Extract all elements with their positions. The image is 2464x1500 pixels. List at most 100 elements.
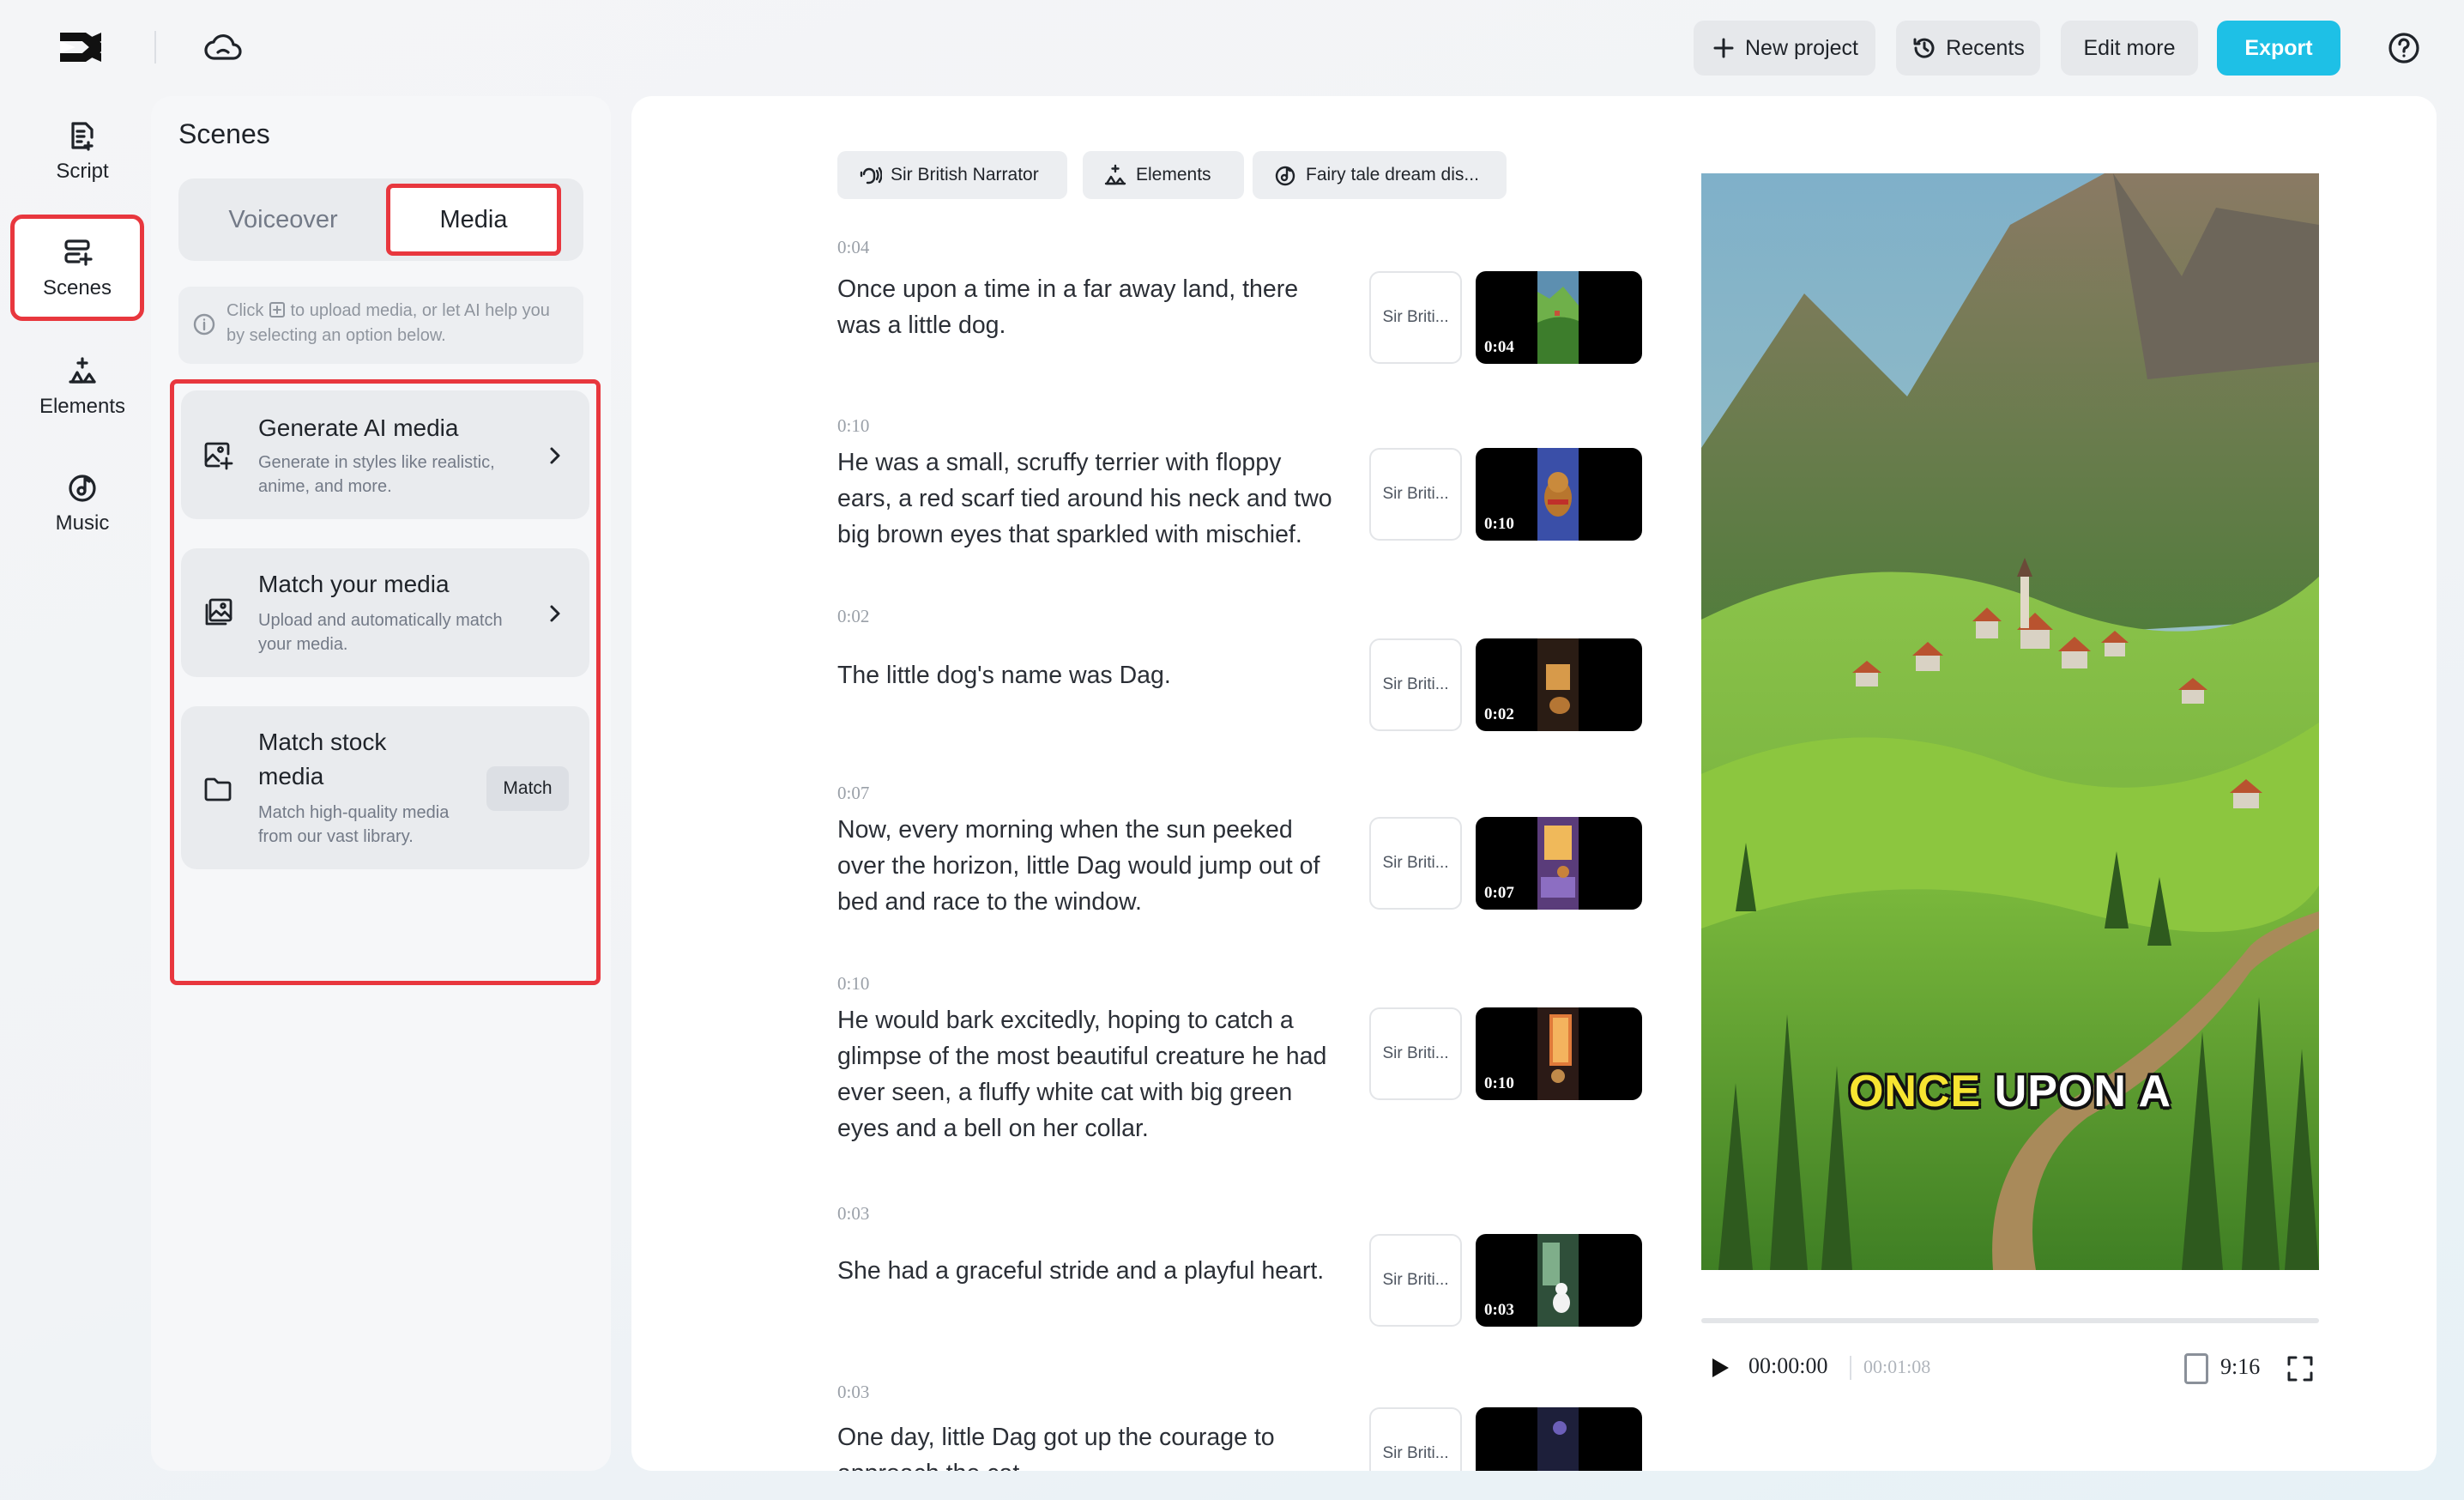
time-separator <box>1850 1356 1851 1380</box>
scene-line: He was a small, scruffy terrier with flo… <box>837 445 1352 481</box>
nav-item-music[interactable]: Music <box>14 451 151 554</box>
scene-duration: 0:02 <box>1484 705 1514 724</box>
match-button[interactable]: Match <box>486 766 569 811</box>
gallery-icon <box>202 596 234 629</box>
scene-text[interactable]: Once upon a time in a far away land, the… <box>837 271 1352 343</box>
generate-ai-media-desc-1: Generate in styles like realistic, <box>258 451 495 475</box>
nav-item-scenes[interactable]: Scenes <box>10 215 144 321</box>
nav-item-script[interactable]: Script <box>14 100 151 203</box>
scene-image <box>1537 1407 1579 1471</box>
scene-duration: 0:07 <box>1484 884 1514 903</box>
voice-chip[interactable]: Sir British Narrator <box>837 151 1067 199</box>
elements-chip-label: Elements <box>1136 165 1211 185</box>
scene-line: eyes and a bell on her collar. <box>837 1110 1352 1146</box>
scene-thumbnail[interactable]: 0:04 <box>1476 271 1642 364</box>
scene-duration: 0:04 <box>1484 338 1514 357</box>
script-editor: Sir British Narrator Elements Fairy tale… <box>631 96 2437 1471</box>
scene-voice-button[interactable]: Sir Briti... <box>1369 1007 1462 1100</box>
match-your-media-desc-2: your media. <box>258 632 348 656</box>
scene-time: 0:03 <box>837 1382 869 1403</box>
scene-text[interactable]: The little dog's name was Dag. <box>837 657 1352 693</box>
music-chip[interactable]: Fairy tale dream dis... <box>1253 151 1507 199</box>
upload-hint: Click to upload media, or let AI help yo… <box>178 287 583 364</box>
caption-highlight: ONCE <box>1849 1067 1981 1116</box>
scene-text[interactable]: He was a small, scruffy terrier with flo… <box>837 445 1352 553</box>
panel-title: Scenes <box>178 118 270 150</box>
match-your-media-option[interactable]: Match your media Upload and automaticall… <box>181 548 589 677</box>
scene-line: bed and race to the window. <box>837 884 1352 920</box>
generate-ai-media-title: Generate AI media <box>258 411 458 445</box>
scene-voice-button[interactable]: Sir Briti... <box>1369 817 1462 910</box>
chevron-right-icon <box>543 444 567 468</box>
cloud-sync-icon[interactable] <box>204 31 242 64</box>
ai-image-icon <box>202 439 234 471</box>
aspect-ratio-icon[interactable] <box>2184 1353 2208 1384</box>
scene-duration: 0:03 <box>1484 1301 1514 1320</box>
scene-text[interactable]: Now, every morning when the sun peeked o… <box>837 812 1352 920</box>
fullscreen-icon[interactable] <box>2286 1354 2315 1383</box>
elements-chip[interactable]: Elements <box>1083 151 1244 199</box>
info-icon <box>192 312 216 336</box>
match-stock-media-desc-1: Match high-quality media <box>258 801 449 825</box>
generate-ai-media-option[interactable]: Generate AI media Generate in styles lik… <box>181 390 589 519</box>
scene-voice-button[interactable]: Sir Briti... <box>1369 638 1462 731</box>
export-label: Export <box>2244 36 2312 61</box>
scene-time: 0:10 <box>837 973 869 995</box>
scene-thumbnail[interactable]: 0:10 <box>1476 448 1642 541</box>
edit-more-label: Edit more <box>2084 36 2176 61</box>
scene-text[interactable]: She had a graceful stride and a playful … <box>837 1253 1352 1289</box>
match-stock-media-title-1: Match stock <box>258 725 386 759</box>
top-bar: New project Recents Edit more Export <box>0 0 2464 96</box>
elements-icon <box>1103 163 1127 187</box>
scene-duration: 0:10 <box>1484 515 1514 534</box>
scene-line: ears, a red scarf tied around his neck a… <box>837 481 1352 517</box>
help-icon[interactable] <box>2387 31 2421 65</box>
scene-thumbnail[interactable]: 0:07 <box>1476 817 1642 910</box>
playback-progress-bar[interactable] <box>1701 1318 2319 1323</box>
video-caption: ONCE UPON A <box>1701 1066 2319 1117</box>
music-icon <box>65 470 100 505</box>
match-stock-media-option[interactable]: Match stock media Match high-quality med… <box>181 706 589 869</box>
scene-image <box>1537 638 1579 731</box>
scene-thumbnail[interactable]: 0:10 <box>1476 1007 1642 1100</box>
tab-voiceover[interactable]: Voiceover <box>185 185 381 254</box>
video-preview[interactable]: ONCE UPON A <box>1701 173 2319 1270</box>
scene-line: glimpse of the most beautiful creature h… <box>837 1038 1352 1074</box>
capcut-logo-icon[interactable] <box>57 27 105 67</box>
scenes-panel: Scenes Voiceover Media Click to upload m… <box>151 96 611 1471</box>
recents-button[interactable]: Recents <box>1896 21 2040 76</box>
scene-voice-button[interactable]: Sir Briti... <box>1369 448 1462 541</box>
voice-icon <box>858 163 882 187</box>
voice-chip-label: Sir British Narrator <box>891 165 1039 185</box>
edit-more-button[interactable]: Edit more <box>2061 21 2198 76</box>
scene-voice-button[interactable]: Sir Briti... <box>1369 1407 1462 1471</box>
scene-voice-button[interactable]: Sir Briti... <box>1369 271 1462 364</box>
total-time: 00:01:08 <box>1863 1356 1930 1378</box>
scene-line: approach the cat. <box>837 1455 1352 1471</box>
nav-item-elements[interactable]: Elements <box>14 335 151 438</box>
recents-label: Recents <box>1946 36 2025 61</box>
upload-inline-icon[interactable] <box>269 301 286 318</box>
scene-thumbnail[interactable]: 0:03 <box>1476 1234 1642 1327</box>
new-project-button[interactable]: New project <box>1694 21 1875 76</box>
scene-time: 0:10 <box>837 415 869 437</box>
tab-media[interactable]: Media <box>386 184 561 256</box>
scene-line: He would bark excitedly, hoping to catch… <box>837 1002 1352 1038</box>
nav-label-elements: Elements <box>39 395 125 419</box>
generate-ai-media-desc-2: anime, and more. <box>258 475 392 499</box>
scene-thumbnail[interactable] <box>1476 1407 1642 1471</box>
scene-line: big brown eyes that sparkled with mischi… <box>837 517 1352 553</box>
scene-line: The little dog's name was Dag. <box>837 657 1352 693</box>
chevron-right-icon <box>543 602 567 626</box>
play-icon[interactable] <box>1706 1354 1733 1382</box>
aspect-ratio-label[interactable]: 9:16 <box>2220 1354 2260 1380</box>
export-button[interactable]: Export <box>2217 21 2340 76</box>
scene-text[interactable]: He would bark excitedly, hoping to catch… <box>837 1002 1352 1146</box>
scene-voice-button[interactable]: Sir Briti... <box>1369 1234 1462 1327</box>
topbar-divider <box>154 31 156 64</box>
scene-text[interactable]: One day, little Dag got up the courage t… <box>837 1419 1352 1471</box>
scene-thumbnail[interactable]: 0:02 <box>1476 638 1642 731</box>
scene-duration: 0:10 <box>1484 1074 1514 1093</box>
caption-rest: UPON A <box>1995 1067 2171 1116</box>
current-time: 00:00:00 <box>1748 1353 1827 1379</box>
